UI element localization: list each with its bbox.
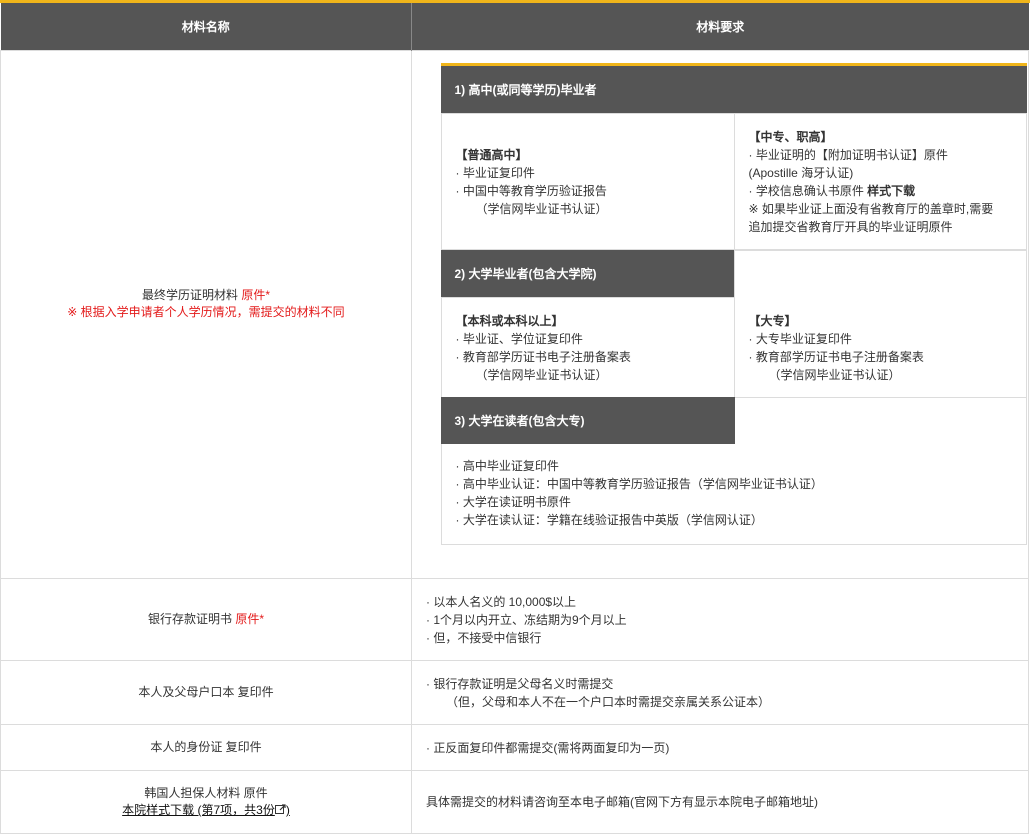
education-detail-block: 1) 高中(或同等学历)毕业者 【普通高中】 · 毕业证复印件 · 中国中等教育… (427, 51, 1027, 545)
material-requirements-guarantor: 具体需提交的材料请咨询至本电子邮箱(官网下方有显示本院电子邮箱地址) (411, 770, 1029, 834)
list-item: · 毕业证、学位证复印件 (455, 332, 583, 346)
requirement-text: 具体需提交的材料请咨询至本电子邮箱(官网下方有显示本院电子邮箱地址) (426, 795, 818, 809)
list-item: （但，父母和本人不在一个户口本时需提交亲属关系公证本） (446, 694, 771, 709)
list-item: · 教育部学历证书电子注册备案表 (748, 350, 924, 364)
note-line: 追加提交省教育厅开具的毕业证明原件 (748, 220, 953, 234)
list-item: · 正反面复印件都需提交(需将两面复印为一页) (426, 740, 670, 755)
list-item: · 学校信息确认书原件 样式下载 (749, 182, 994, 200)
column-header-requirements: 材料要求 (411, 3, 1029, 51)
section-title: 1) 高中(或同等学历)毕业者 (454, 83, 597, 97)
material-name-guarantor: 韩国人担保人材料 原件 本院样式下载 (第7项，共3份) (0, 770, 412, 834)
section-title: 3) 大学在读者(包含大专) (454, 414, 585, 428)
table-row: 韩国人担保人材料 原件 本院样式下载 (第7项，共3份) 具体需提交的材料请咨询… (0, 770, 1029, 834)
section-header-highschool: 1) 高中(或同等学历)毕业者 (440, 66, 1027, 113)
material-name-label: 韩国人担保人材料 原件 (144, 786, 268, 800)
general-highschool-content: 【普通高中】 · 毕业证复印件 · 中国中等教育学历验证报告 （学信网毕业证书认… (456, 146, 608, 218)
list-item: · 高中毕业认证：中国中等教育学历验证报告（学信网毕业证书认证） (455, 477, 823, 491)
materials-table: 材料名称 材料要求 最终学历证明材料 原件* ※ 根据入学申请者个人学历情况，需… (0, 3, 1029, 834)
form-download-link[interactable]: 样式下载 (867, 184, 915, 198)
vocational-content: 【中专、职高】 · 毕业证明的【附加证明书认证】原件 (Apostille 海牙… (749, 128, 994, 236)
section-header-enrolled: 3) 大学在读者(包含大专) (440, 397, 735, 444)
external-link-icon (274, 803, 286, 814)
education-note: ※ 根据入学申请者个人学历情况，需提交的材料不同 (67, 304, 345, 319)
material-name-hukou: 本人及父母户口本 复印件 (0, 660, 412, 725)
list-item-text: · 学校信息确认书原件 (748, 184, 868, 198)
table-row: 本人的身份证 复印件 · 正反面复印件都需提交(需将两面复印为一页) (0, 724, 1029, 771)
table-row: 本人及父母户口本 复印件 · 银行存款证明是父母名义时需提交 （但，父母和本人不… (0, 660, 1029, 725)
list-item: · 以本人名义的 10,000$以上 (426, 594, 577, 609)
note-line: ※ 如果毕业证上面没有省教育厅的盖章时,需要 (748, 202, 994, 216)
college-title: 【大专】 (748, 314, 797, 328)
material-name-label: 最终学历证明材料 (141, 287, 238, 302)
list-item: （学信网毕业证书认证） (475, 202, 608, 216)
material-name-label: 本人的身份证 复印件 (150, 740, 262, 754)
page: 材料名称 材料要求 最终学历证明材料 原件* ※ 根据入学申请者个人学历情况，需… (0, 0, 1030, 839)
list-item: （学信网毕业证书认证） (475, 368, 608, 382)
list-item: · 但，不接受中信银行 (426, 630, 542, 645)
enrolled-content: · 高中毕业证复印件 · 高中毕业认证：中国中等教育学历验证报告（学信网毕业证书… (456, 457, 823, 529)
list-item: · 银行存款证明是父母名义时需提交 (426, 676, 614, 691)
list-item: · 毕业证复印件 (455, 166, 535, 180)
college-content: 【大专】 · 大专毕业证复印件 · 教育部学历证书电子注册备案表 （学信网毕业证… (749, 312, 924, 384)
material-name-label: 本人及父母户口本 复印件 (138, 685, 274, 699)
list-item: · 高中毕业证复印件 (455, 459, 559, 473)
material-requirements-hukou: · 银行存款证明是父母名义时需提交 （但，父母和本人不在一个户口本时需提交亲属关… (411, 660, 1029, 725)
table-header-row: 材料名称 材料要求 (0, 3, 1029, 51)
table-row: 银行存款证明书 原件* · 以本人名义的 10,000$以上 · 1个月以内开立… (0, 578, 1029, 661)
table-row: 最终学历证明材料 原件* ※ 根据入学申请者个人学历情况，需提交的材料不同 1)… (0, 50, 1029, 579)
list-item: （学信网毕业证书认证） (768, 368, 901, 382)
material-requirements-education: 1) 高中(或同等学历)毕业者 【普通高中】 · 毕业证复印件 · 中国中等教育… (411, 50, 1029, 579)
list-item: · 大专毕业证复印件 (748, 332, 852, 346)
link-close-paren: ) (285, 803, 290, 817)
bachelor-title: 【本科或本科以上】 (455, 314, 564, 328)
material-name-idcard: 本人的身份证 复印件 (0, 724, 412, 771)
bachelor-content: 【本科或本科以上】 · 毕业证、学位证复印件 · 教育部学历证书电子注册备案表 … (456, 312, 631, 384)
list-item: (Apostille 海牙认证) (748, 166, 854, 180)
original-required-flag: 原件* (241, 287, 271, 302)
material-requirements-bank: · 以本人名义的 10,000$以上 · 1个月以内开立、冻结期为9个月以上 ·… (411, 578, 1029, 661)
list-item: · 大学在读证明书原件 (455, 495, 571, 509)
section-header-university: 2) 大学毕业者(包含大学院) (440, 250, 735, 297)
material-requirements-idcard: · 正反面复印件都需提交(需将两面复印为一页) (411, 724, 1029, 771)
vocational-title: 【中专、职高】 (748, 130, 833, 144)
section-title: 2) 大学毕业者(包含大学院) (454, 267, 597, 281)
general-highschool-title: 【普通高中】 (455, 148, 528, 162)
original-required-flag: 原件* (235, 612, 265, 626)
list-item: · 教育部学历证书电子注册备案表 (455, 350, 631, 364)
list-item: · 大学在读认证：学籍在线验证报告中英版（学信网认证） (455, 513, 763, 527)
column-header-name: 材料名称 (0, 3, 412, 51)
list-item: · 中国中等教育学历验证报告 (455, 184, 607, 198)
form-download-link[interactable]: 本院样式下载 (第7项，共3份 (122, 803, 275, 817)
list-item: · 毕业证明的【附加证明书认证】原件 (748, 148, 948, 162)
material-name-label: 银行存款证明书 (147, 612, 232, 626)
material-name-bank: 银行存款证明书 原件* (0, 578, 412, 661)
material-name-education: 最终学历证明材料 原件* ※ 根据入学申请者个人学历情况，需提交的材料不同 (0, 50, 412, 579)
guarantor-form-download[interactable]: 本院样式下载 (第7项，共3份) (2, 802, 410, 819)
list-item: · 1个月以内开立、冻结期为9个月以上 (426, 612, 627, 627)
